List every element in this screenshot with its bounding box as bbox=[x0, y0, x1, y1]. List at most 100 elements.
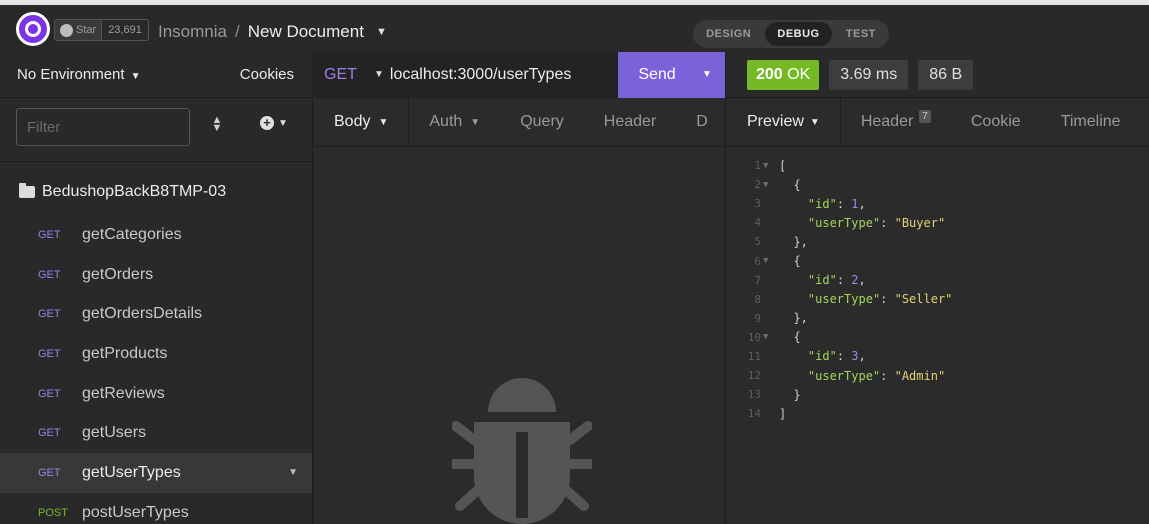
tab-timeline-label: Timeline bbox=[1060, 113, 1121, 130]
code-line: 5 }, bbox=[727, 232, 1149, 251]
fold-chevron-down-icon[interactable]: ▼ bbox=[761, 256, 779, 266]
cookies-button[interactable]: Cookies bbox=[240, 66, 294, 83]
sidebar: No Environment ▼ Cookies ▲▼ + ▼ BedushopB… bbox=[0, 52, 313, 524]
code-line: 2 ▼ { bbox=[727, 175, 1149, 194]
line-number: 10 bbox=[747, 330, 761, 344]
code-text: { bbox=[779, 330, 801, 345]
environment-select[interactable]: No Environment ▼ bbox=[17, 66, 140, 83]
fold-chevron-down-icon[interactable]: ▼ bbox=[761, 180, 779, 190]
code-line: 7 "id": 2, bbox=[727, 271, 1149, 290]
filter-row: ▲▼ + ▼ bbox=[0, 98, 312, 162]
add-item-button[interactable]: + ▼ bbox=[260, 116, 288, 130]
code-line: 12 "userType": "Admin" bbox=[727, 366, 1149, 385]
code-line: 10 ▼ { bbox=[727, 328, 1149, 347]
folder-item[interactable]: BedushopBackB8TMP-03 bbox=[0, 169, 312, 215]
insomnia-logo-icon[interactable] bbox=[16, 12, 50, 46]
tab-preview[interactable]: Preview ▼ bbox=[727, 97, 841, 147]
tab-response-header[interactable]: Header 7 bbox=[841, 98, 951, 147]
header-count-badge: 7 bbox=[919, 109, 931, 123]
tab-auth[interactable]: Auth ▼ bbox=[409, 98, 500, 147]
code-text: "userType": "Buyer" bbox=[807, 215, 946, 230]
code-line: 4 "userType": "Buyer" bbox=[727, 213, 1149, 232]
status-text: OK bbox=[787, 65, 811, 83]
line-number: 14 bbox=[747, 407, 761, 421]
line-number: 2 bbox=[754, 178, 761, 192]
send-label: Send bbox=[638, 65, 676, 83]
tab-design[interactable]: DESIGN bbox=[694, 22, 763, 46]
tab-docs-label: D bbox=[696, 113, 708, 130]
tab-timeline[interactable]: Timeline bbox=[1041, 98, 1141, 147]
sidebar-request-item[interactable]: GET getOrders bbox=[0, 255, 312, 295]
sidebar-request-item[interactable]: POST postUserTypes bbox=[0, 493, 312, 524]
sidebar-request-item[interactable]: GET getReviews bbox=[0, 374, 312, 414]
status-code: 200 bbox=[756, 65, 783, 83]
plus-circle-icon: + bbox=[260, 116, 274, 130]
github-star-count[interactable]: 23,691 bbox=[102, 20, 148, 40]
response-time-badge: 3.69 ms bbox=[829, 59, 909, 90]
sidebar-request-item[interactable]: GET getOrdersDetails bbox=[0, 294, 312, 334]
code-text: { bbox=[779, 177, 801, 192]
url-history-chevron-down-icon[interactable]: ▼ bbox=[374, 69, 384, 80]
method-label: GET bbox=[324, 65, 357, 83]
sidebar-request-item[interactable]: GET getCategories bbox=[0, 215, 312, 255]
top-bar: Star 23,691 Insomnia / New Document ▼ DE… bbox=[0, 0, 1149, 52]
breadcrumb-root[interactable]: Insomnia bbox=[158, 22, 227, 42]
request-name: getOrders bbox=[82, 265, 154, 283]
tab-query[interactable]: Query bbox=[500, 98, 584, 147]
document-menu-chevron-down-icon[interactable]: ▼ bbox=[376, 26, 387, 38]
request-name: getUsers bbox=[82, 424, 147, 442]
code-line: 3 "id": 1, bbox=[727, 194, 1149, 213]
response-pane: 200 OK 3.69 ms 86 B Preview ▼ Header 7 Coo… bbox=[727, 52, 1149, 524]
sort-icon[interactable]: ▲ ▼ bbox=[206, 115, 228, 138]
response-status-row: 200 OK 3.69 ms 86 B bbox=[727, 52, 1149, 98]
code-text: }, bbox=[779, 311, 808, 326]
line-number: 9 bbox=[754, 311, 761, 325]
line-number: 7 bbox=[754, 273, 761, 287]
tab-debug[interactable]: DEBUG bbox=[765, 22, 832, 46]
request-method-badge: POST bbox=[38, 506, 68, 519]
fold-chevron-down-icon[interactable]: ▼ bbox=[761, 332, 779, 342]
chevron-down-icon: ▼ bbox=[130, 71, 141, 82]
environment-row: No Environment ▼ Cookies bbox=[0, 52, 312, 98]
tab-preview-label: Preview bbox=[747, 113, 804, 130]
folder-open-icon bbox=[19, 183, 35, 198]
tab-cookie-label: Cookie bbox=[970, 113, 1021, 130]
tab-body[interactable]: Body ▼ bbox=[314, 97, 410, 147]
send-options-chevron-down-icon[interactable]: ▼ bbox=[702, 69, 712, 80]
line-number: 5 bbox=[754, 235, 761, 249]
line-number: 8 bbox=[754, 292, 761, 306]
tab-cookie[interactable]: Cookie bbox=[951, 98, 1041, 147]
line-number: 4 bbox=[754, 216, 761, 230]
request-name: postUserTypes bbox=[82, 503, 189, 521]
filter-input[interactable] bbox=[16, 108, 190, 146]
request-menu-chevron-down-icon[interactable]: ▼ bbox=[288, 467, 298, 478]
github-star-label: Star bbox=[76, 24, 97, 36]
sidebar-request-item[interactable]: GET getUserTypes ▼ bbox=[0, 453, 312, 493]
request-name: getUserTypes bbox=[82, 463, 181, 481]
chevron-down-icon: ▼ bbox=[378, 116, 389, 128]
sidebar-request-item[interactable]: GET getUsers bbox=[0, 413, 312, 453]
bug-icon bbox=[452, 378, 592, 524]
fold-chevron-down-icon[interactable]: ▼ bbox=[761, 161, 779, 171]
document-name[interactable]: New Document bbox=[248, 22, 364, 42]
code-line: 1 ▼[ bbox=[727, 156, 1149, 175]
status-badge: 200 OK bbox=[747, 59, 820, 90]
response-tabs: Preview ▼ Header 7 Cookie Timeline bbox=[727, 97, 1149, 147]
github-star-widget[interactable]: Star 23,691 bbox=[54, 19, 149, 41]
tab-docs[interactable]: D bbox=[676, 98, 725, 147]
request-name: getProducts bbox=[82, 344, 168, 362]
request-method-badge: GET bbox=[38, 427, 61, 440]
url-input[interactable] bbox=[389, 52, 618, 98]
tab-test[interactable]: TEST bbox=[834, 22, 888, 46]
code-line: 13 } bbox=[727, 385, 1149, 404]
method-select[interactable]: GET bbox=[314, 66, 372, 84]
code-text: "userType": "Admin" bbox=[807, 368, 946, 383]
sidebar-request-item[interactable]: GET getProducts bbox=[0, 334, 312, 374]
line-number: 11 bbox=[747, 349, 761, 363]
github-star-button[interactable]: Star bbox=[55, 20, 103, 40]
breadcrumb-separator: / bbox=[234, 22, 240, 41]
send-button[interactable]: Send ▼ bbox=[618, 52, 725, 98]
response-preview-code[interactable]: 1 ▼[2 ▼ {3 "id": 1, 4 "userType": "Buyer" 5 … bbox=[727, 147, 1149, 423]
code-text: "id": 3, bbox=[807, 349, 866, 364]
tab-header[interactable]: Header bbox=[584, 98, 676, 147]
